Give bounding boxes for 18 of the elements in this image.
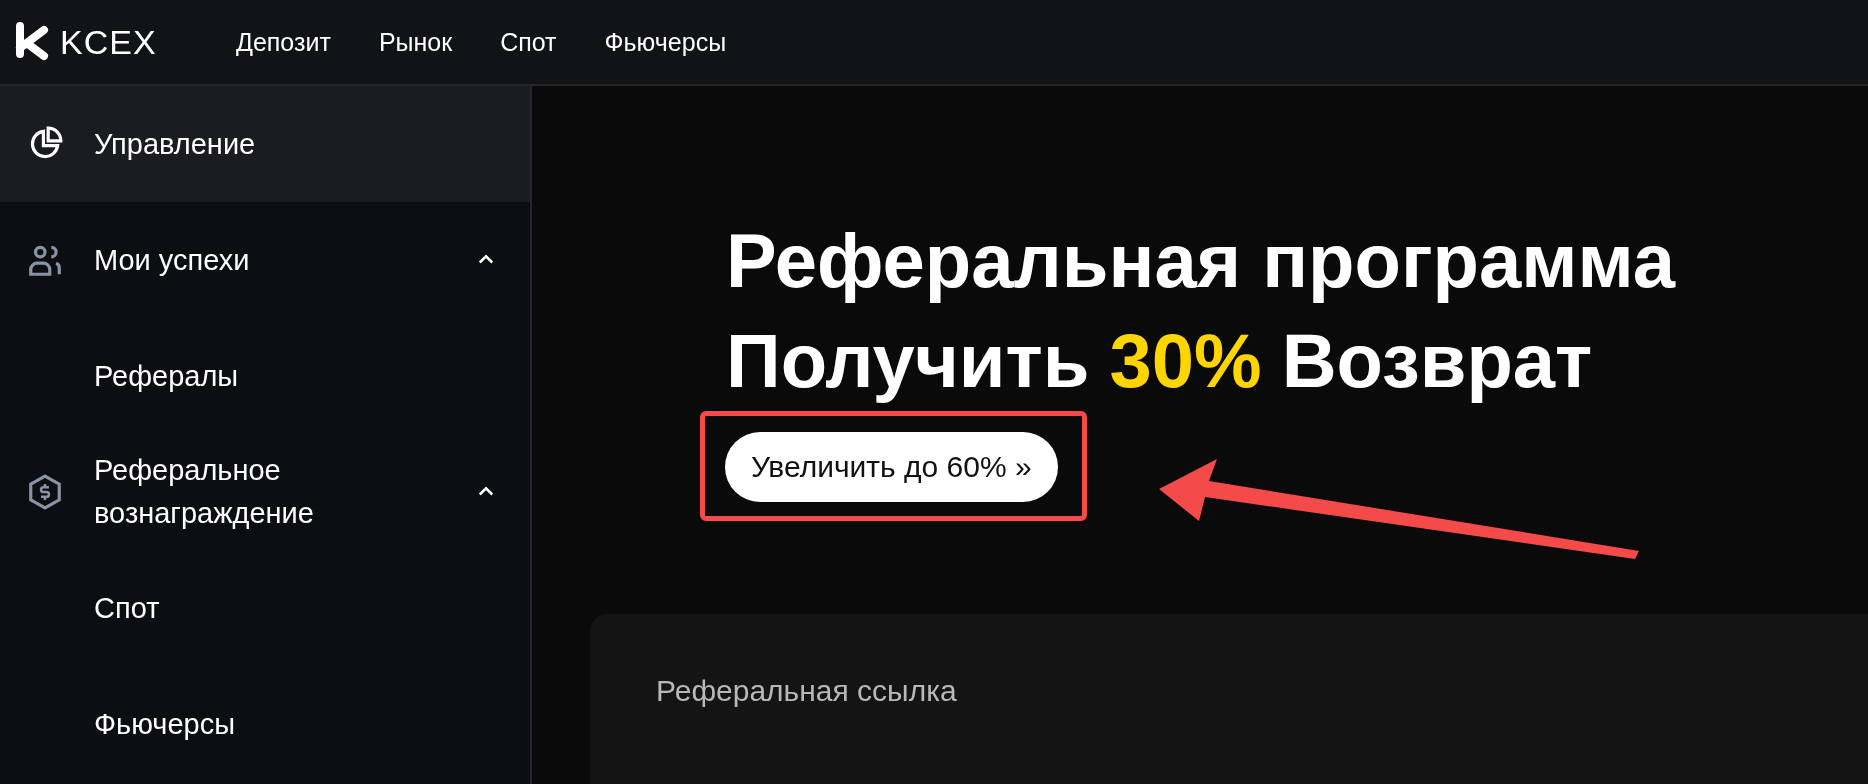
logo-text: KCEX <box>60 22 157 62</box>
highlight-percent: 30% <box>1109 317 1262 405</box>
sidebar-item[interactable]: Управление <box>0 86 530 202</box>
sidebar-subitem[interactable]: Спот <box>0 550 530 666</box>
sidebar-item[interactable]: Реферальное вознаграждение <box>0 434 530 550</box>
hero-subtitle: Получить <box>726 317 1090 405</box>
nav-link[interactable]: Рынок <box>378 27 453 57</box>
nav-link[interactable]: Фьючерсы <box>604 27 727 57</box>
hero-title: Реферальная программа <box>726 217 1677 305</box>
nav-link[interactable]: Депозит <box>236 27 331 57</box>
hero-subtitle: Возврат <box>1281 317 1593 405</box>
sidebar-subitem[interactable]: Фьючерсы <box>0 666 530 782</box>
card-title: Реферальная ссылка <box>656 674 958 708</box>
upgrade-button[interactable]: Увеличить до 60% » <box>725 432 1058 502</box>
sidebar-item[interactable]: Мои успехи <box>0 202 530 318</box>
nav-link[interactable]: Спот <box>500 27 557 57</box>
dollar-hexagon-icon <box>26 473 64 511</box>
sidebar-subitem[interactable]: Рефералы <box>0 318 530 434</box>
